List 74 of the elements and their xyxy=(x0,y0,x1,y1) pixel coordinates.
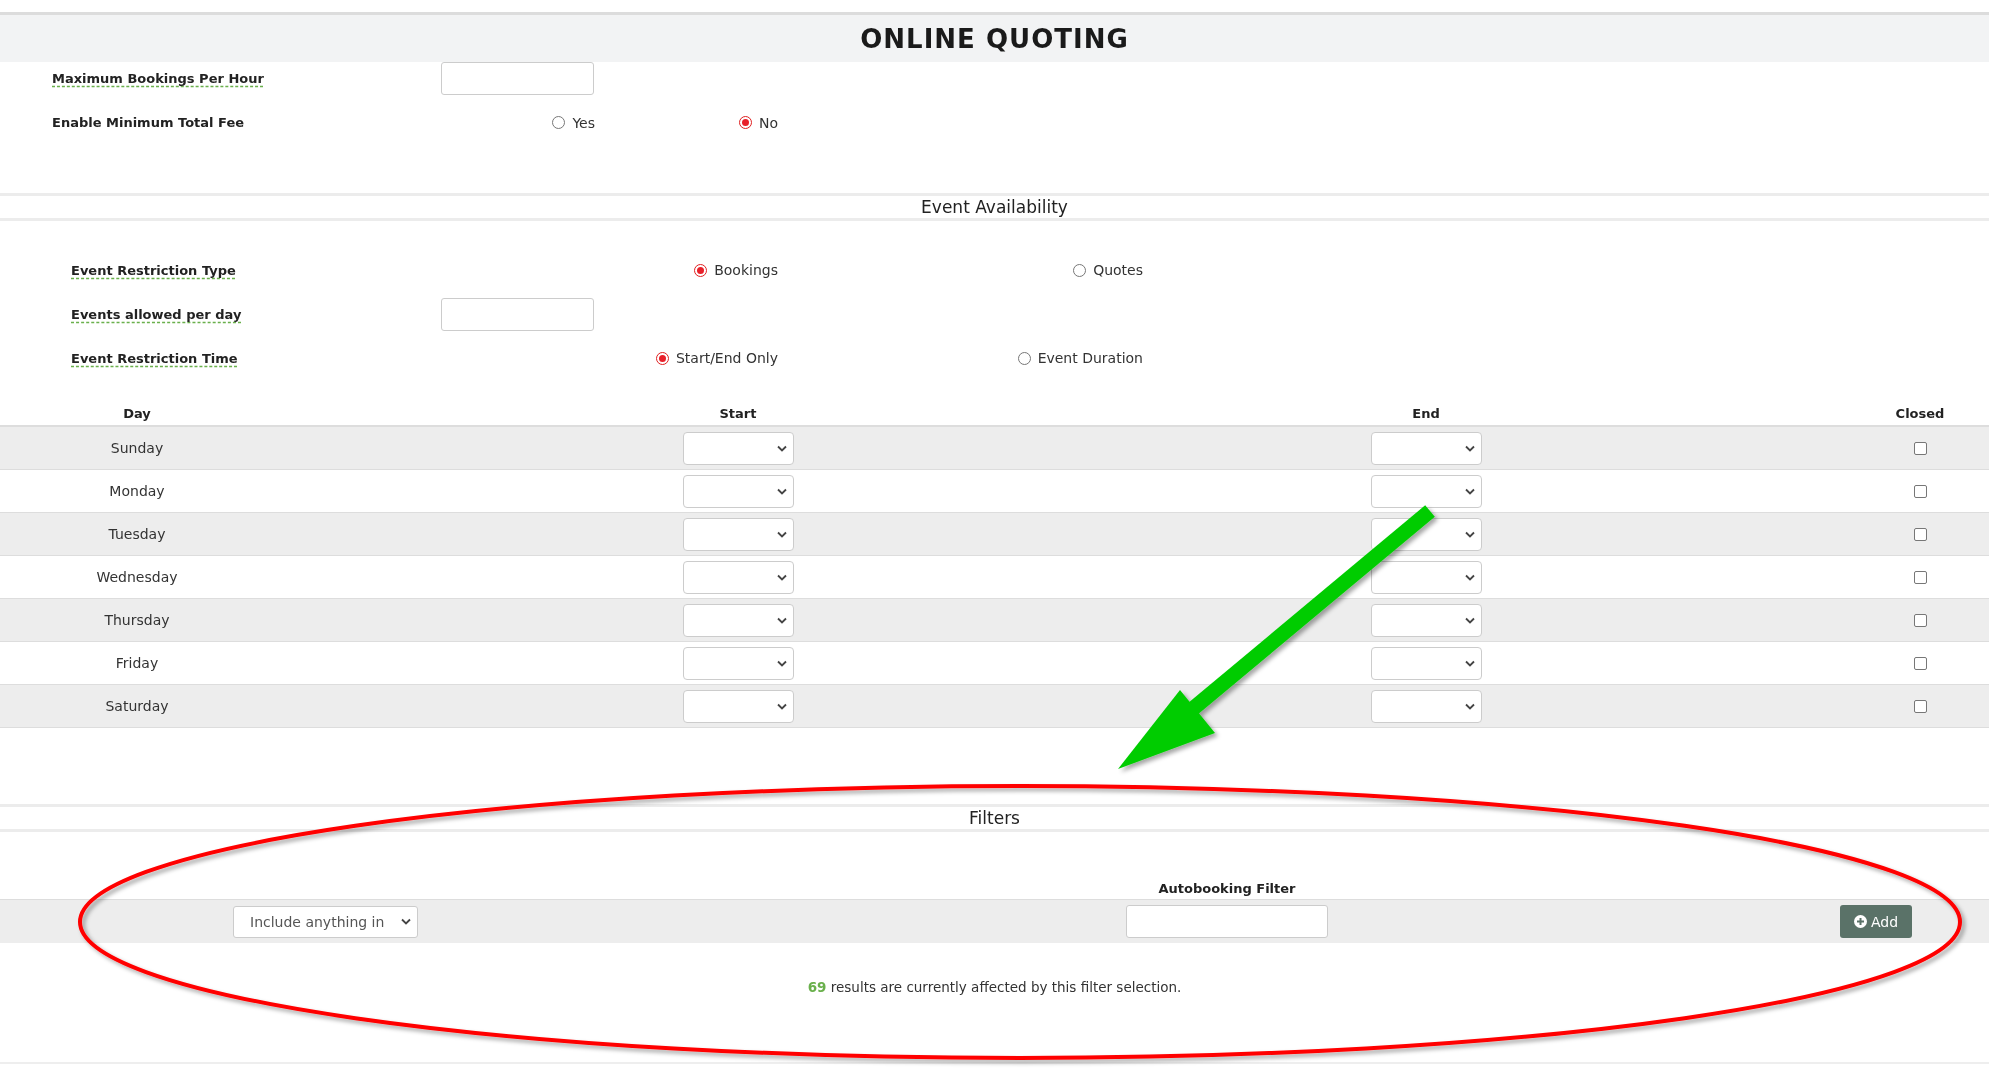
chevron-down-icon xyxy=(1464,573,1475,581)
plus-circle-icon xyxy=(1853,915,1867,928)
end-time-select[interactable] xyxy=(1370,646,1482,680)
filter-label: Autobooking Filter xyxy=(1157,880,1297,896)
end-time-select[interactable] xyxy=(1370,474,1482,508)
chevron-down-icon xyxy=(1464,444,1475,452)
chevron-down-icon xyxy=(776,659,787,667)
start-time-select[interactable] xyxy=(682,646,794,680)
end-time-select[interactable] xyxy=(1370,560,1482,594)
closed-checkbox[interactable] xyxy=(1913,613,1927,627)
closed-checkbox[interactable] xyxy=(1913,484,1927,498)
chevron-down-icon xyxy=(401,918,411,925)
filter-input[interactable] xyxy=(1126,905,1328,938)
field-label: Events allowed per day xyxy=(71,306,242,322)
chevron-down-icon xyxy=(1464,530,1475,538)
day-cell-text: Saturday xyxy=(104,698,170,714)
radio-button[interactable] xyxy=(738,116,752,129)
result-message: 69 results are currently affected by this filter selection. xyxy=(807,979,1182,995)
column-header: Start xyxy=(718,405,758,421)
radio-button[interactable] xyxy=(694,263,708,277)
section-heading: Filters xyxy=(969,808,1020,828)
day-cell-text: Monday xyxy=(108,483,166,499)
day-cell-text: Wednesday xyxy=(95,569,179,585)
closed-checkbox[interactable] xyxy=(1913,441,1927,455)
chevron-down-icon xyxy=(776,530,787,538)
start-time-select[interactable] xyxy=(682,603,794,637)
end-time-select[interactable] xyxy=(1370,689,1482,723)
field-label: Event Restriction Time xyxy=(71,350,238,366)
chevron-down-icon xyxy=(1464,702,1475,710)
chevron-down-icon xyxy=(1464,487,1475,495)
radio-label: Start/End Only xyxy=(675,350,778,366)
radio-label: Quotes xyxy=(1093,262,1143,278)
chevron-down-icon xyxy=(776,573,787,581)
end-time-select[interactable] xyxy=(1370,431,1482,465)
radio-button[interactable] xyxy=(552,116,566,129)
field-label: Enable Minimum Total Fee xyxy=(52,115,245,130)
input-field[interactable] xyxy=(441,62,594,95)
radio-button[interactable] xyxy=(1017,351,1031,365)
start-time-select[interactable] xyxy=(682,517,794,551)
radio-button[interactable] xyxy=(1073,263,1087,277)
start-time-select[interactable] xyxy=(682,689,794,723)
column-header: End xyxy=(1411,405,1441,421)
chevron-down-icon xyxy=(776,702,787,710)
add-button[interactable]: Add xyxy=(1840,905,1912,938)
day-cell-text: Thursday xyxy=(103,612,171,628)
radio-label: Bookings xyxy=(714,262,778,278)
closed-checkbox[interactable] xyxy=(1913,570,1927,584)
chevron-down-icon xyxy=(1464,616,1475,624)
column-header: Closed xyxy=(1894,405,1946,421)
closed-checkbox[interactable] xyxy=(1913,656,1927,670)
radio-button[interactable] xyxy=(655,351,669,365)
input-field[interactable] xyxy=(441,297,594,331)
start-time-select[interactable] xyxy=(682,431,794,465)
chevron-down-icon xyxy=(776,616,787,624)
column-header: Day xyxy=(122,405,152,421)
section-heading: Event Availability xyxy=(921,197,1068,217)
start-time-select[interactable] xyxy=(682,474,794,508)
chevron-down-icon xyxy=(776,444,787,452)
start-time-select[interactable] xyxy=(682,560,794,594)
chevron-down-icon xyxy=(1464,659,1475,667)
radio-label: Event Duration xyxy=(1037,350,1143,366)
closed-checkbox[interactable] xyxy=(1913,527,1927,541)
day-cell-text: Tuesday xyxy=(107,526,167,542)
radio-label: Yes xyxy=(572,114,595,131)
day-cell-text: Sunday xyxy=(109,440,165,456)
day-cell-text: Friday xyxy=(114,655,160,671)
radio-label: No xyxy=(758,114,778,131)
field-label: Maximum Bookings Per Hour xyxy=(52,71,264,86)
page-title: ONLINE QUOTING xyxy=(860,23,1129,54)
chevron-down-icon xyxy=(776,487,787,495)
closed-checkbox[interactable] xyxy=(1913,699,1927,713)
end-time-select[interactable] xyxy=(1370,603,1482,637)
filter-mode-select[interactable]: Include anything in xyxy=(233,905,418,938)
field-label: Event Restriction Type xyxy=(71,262,236,278)
